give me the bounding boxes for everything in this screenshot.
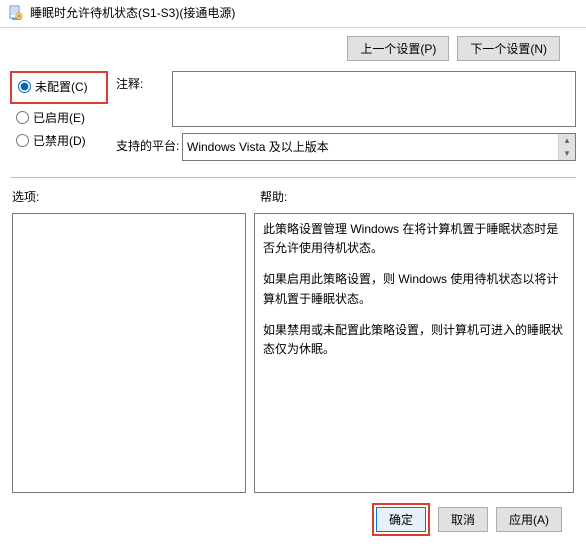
radio-disabled-input[interactable] bbox=[16, 134, 29, 147]
config-row: 未配置(C) 已启用(E) 已禁用(D) 注释: 支持的平 bbox=[10, 71, 576, 173]
platform-value: Windows Vista 及以上版本 bbox=[187, 138, 329, 155]
fields-column: 注释: 支持的平台: Windows Vista 及以上版本 ▴ ▾ bbox=[116, 71, 576, 167]
help-paragraph-1: 此策略设置管理 Windows 在将计算机置于睡眠状态时是否允许使用待机状态。 bbox=[263, 220, 565, 258]
help-paragraph-2: 如果启用此策略设置，则 Windows 使用待机状态以将计算机置于睡眠状态。 bbox=[263, 270, 565, 308]
comment-label: 注释: bbox=[116, 71, 172, 92]
comment-field: 注释: bbox=[116, 71, 576, 127]
window-title: 睡眠时允许待机状态(S1-S3)(接通电源) bbox=[30, 4, 235, 21]
radio-disabled[interactable]: 已禁用(D) bbox=[10, 129, 108, 152]
separator bbox=[10, 177, 576, 178]
radio-not-configured-input[interactable] bbox=[18, 80, 31, 93]
platform-box: Windows Vista 及以上版本 ▴ ▾ bbox=[182, 133, 576, 161]
ok-button[interactable]: 确定 bbox=[376, 507, 426, 532]
apply-button[interactable]: 应用(A) bbox=[496, 507, 562, 532]
radio-enabled[interactable]: 已启用(E) bbox=[10, 106, 108, 129]
radio-enabled-label: 已启用(E) bbox=[33, 109, 85, 126]
next-setting-button[interactable]: 下一个设置(N) bbox=[457, 36, 560, 61]
help-paragraph-3: 如果禁用或未配置此策略设置，则计算机可进入的睡眠状态仅为休眠。 bbox=[263, 321, 565, 359]
radio-not-configured[interactable]: 未配置(C) bbox=[12, 75, 106, 98]
scroll-up-icon[interactable]: ▴ bbox=[559, 134, 575, 147]
previous-setting-button[interactable]: 上一个设置(P) bbox=[347, 36, 449, 61]
state-radio-group: 未配置(C) 已启用(E) 已禁用(D) bbox=[10, 71, 108, 167]
footer-buttons: 确定 取消 应用(A) bbox=[10, 493, 576, 542]
comment-textarea[interactable] bbox=[172, 71, 576, 127]
platform-scrollbar[interactable]: ▴ ▾ bbox=[558, 134, 575, 160]
platform-field: 支持的平台: Windows Vista 及以上版本 ▴ ▾ bbox=[116, 133, 576, 161]
highlight-ok: 确定 bbox=[372, 503, 430, 536]
titlebar: 睡眠时允许待机状态(S1-S3)(接通电源) bbox=[0, 0, 586, 28]
radio-not-configured-label: 未配置(C) bbox=[35, 78, 88, 95]
content-area: 上一个设置(P) 下一个设置(N) 未配置(C) 已启用(E) 已禁用(D) bbox=[0, 28, 586, 552]
lower-panels: 此策略设置管理 Windows 在将计算机置于睡眠状态时是否允许使用待机状态。 … bbox=[10, 209, 576, 493]
scroll-down-icon[interactable]: ▾ bbox=[559, 147, 575, 160]
policy-icon bbox=[8, 5, 24, 21]
cancel-button[interactable]: 取消 bbox=[438, 507, 488, 532]
radio-enabled-input[interactable] bbox=[16, 111, 29, 124]
radio-disabled-label: 已禁用(D) bbox=[33, 132, 86, 149]
help-panel: 此策略设置管理 Windows 在将计算机置于睡眠状态时是否允许使用待机状态。 … bbox=[254, 213, 574, 493]
section-labels: 选项: 帮助: bbox=[10, 186, 576, 209]
highlight-not-configured: 未配置(C) bbox=[10, 71, 108, 104]
platform-label: 支持的平台: bbox=[116, 133, 182, 154]
help-label: 帮助: bbox=[260, 188, 287, 205]
policy-editor-window: 睡眠时允许待机状态(S1-S3)(接通电源) 上一个设置(P) 下一个设置(N)… bbox=[0, 0, 586, 552]
nav-buttons: 上一个设置(P) 下一个设置(N) bbox=[10, 34, 576, 71]
options-panel bbox=[12, 213, 246, 493]
options-label: 选项: bbox=[10, 188, 260, 205]
